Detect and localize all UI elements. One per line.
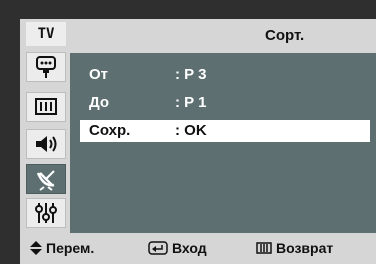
setting-label: От [89,66,109,83]
setting-value: : P 3 [175,66,207,83]
tv-menu-screen: TV Сорт. От: P 3 До: P 1 Сохр.: OK Пе… [0,0,376,264]
hint-back-label: Возврат [276,240,334,256]
setting-value: : OK [175,122,207,139]
setting-row-store[interactable]: Сохр. : OK [80,120,370,142]
setting-label: До [89,94,110,111]
hint-back: Возврат [256,240,333,256]
source-label: TV [26,22,66,46]
setting-row-to[interactable]: До : P 1 [80,92,370,114]
channel-antenna-icon [36,170,55,191]
sidebar-item-picture[interactable] [26,92,66,122]
input-plug-icon [36,56,56,78]
setting-label: Сохр. [89,122,131,139]
setting-row-from[interactable]: От : P 3 [80,64,370,86]
setting-value: : P 1 [175,94,207,111]
sidebar-item-input[interactable] [26,52,66,82]
hint-enter: Вход [148,240,207,256]
return-menu-icon [256,242,272,254]
footer-hints: Перем. Вход Возврат [20,233,376,264]
sidebar-item-channel[interactable] [26,164,66,194]
page-title: Сорт. [265,27,305,44]
sound-icon [36,136,57,152]
menu-header: Сорт. [70,19,376,53]
setup-sliders-icon [35,203,57,223]
hint-move-label: Перем. [46,240,95,256]
picture-icon [35,98,57,115]
sidebar-item-sound[interactable] [26,129,66,159]
sidebar-item-setup[interactable] [26,198,66,228]
up-down-arrows-icon [30,241,42,255]
hint-enter-label: Вход [172,240,207,256]
hint-move: Перем. [30,240,94,256]
enter-icon [148,241,168,255]
